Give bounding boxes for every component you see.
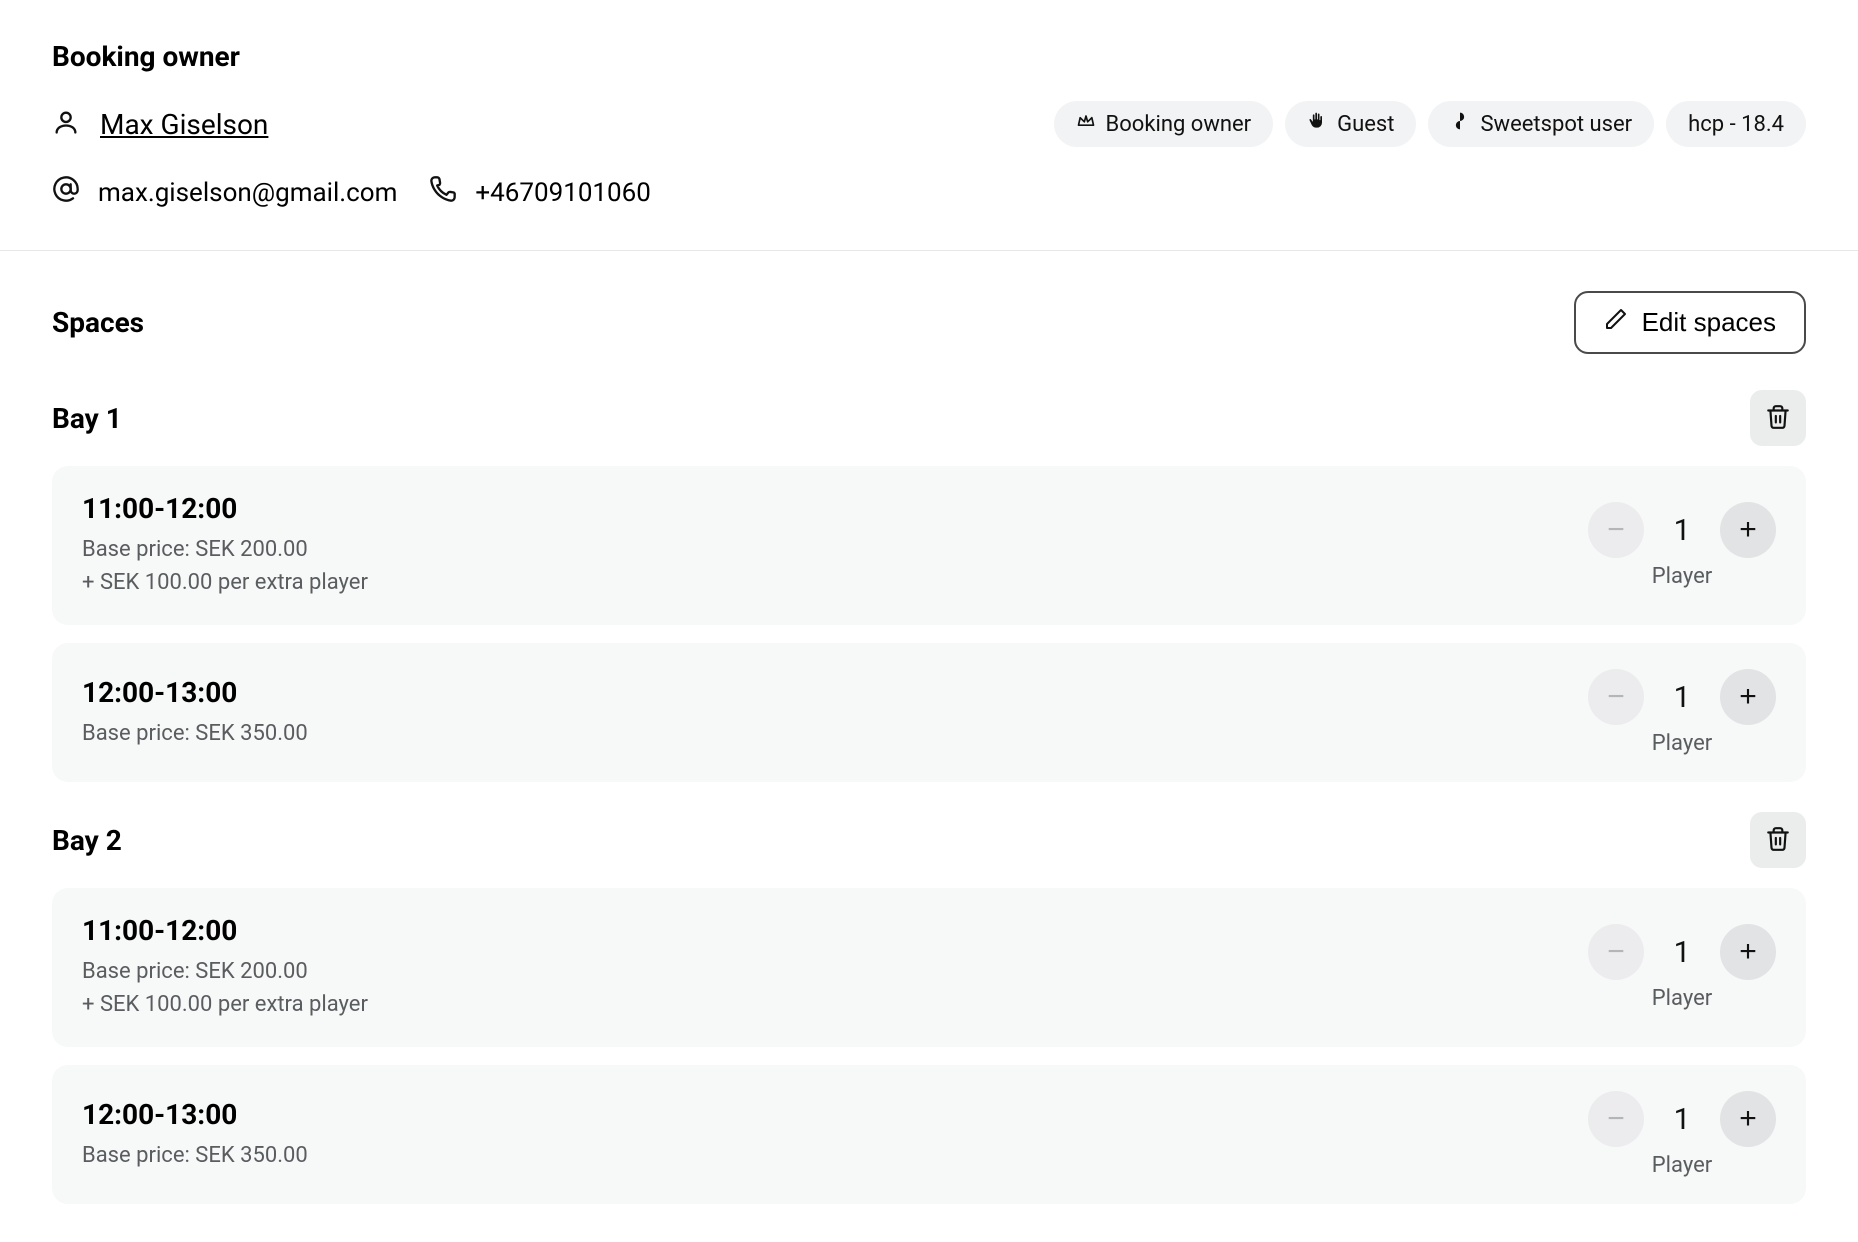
bay-title: Bay 2 — [52, 824, 122, 857]
time-slot-card: 11:00-12:00 Base price: SEK 200.00 + SEK… — [52, 466, 1806, 625]
slot-base-price: Base price: SEK 200.00 — [82, 533, 1588, 566]
slot-time: 11:00-12:00 — [82, 492, 1588, 525]
time-slot-card: 12:00-13:00 Base price: SEK 350.00 − 1 +… — [52, 643, 1806, 782]
tag-booking-owner: Booking owner — [1054, 101, 1274, 147]
at-icon — [52, 175, 80, 210]
delete-bay-button[interactable] — [1750, 390, 1806, 446]
increment-button[interactable]: + — [1720, 924, 1776, 980]
bay-title: Bay 1 — [52, 402, 122, 435]
tag-guest: Guest — [1285, 101, 1416, 147]
tag-label: Booking owner — [1106, 112, 1252, 137]
trash-icon — [1765, 404, 1791, 433]
player-count-label: Player — [1652, 1153, 1712, 1178]
bay-section: Bay 1 11:00-12:00 Base price: SEK 200.00… — [52, 390, 1806, 782]
time-slot-card: 11:00-12:00 Base price: SEK 200.00 + SEK… — [52, 888, 1806, 1047]
trash-icon — [1765, 826, 1791, 855]
tag-label: Guest — [1337, 112, 1394, 137]
decrement-button[interactable]: − — [1588, 502, 1644, 558]
edit-spaces-button[interactable]: Edit spaces — [1574, 291, 1806, 354]
slot-extra-price: + SEK 100.00 per extra player — [82, 988, 1588, 1021]
player-count: 1 — [1670, 680, 1694, 715]
slot-base-price: Base price: SEK 200.00 — [82, 955, 1588, 988]
player-count: 1 — [1670, 935, 1694, 970]
tag-label: hcp - 18.4 — [1688, 112, 1784, 137]
crown-icon — [1076, 111, 1096, 137]
increment-button[interactable]: + — [1720, 1091, 1776, 1147]
owner-name-link[interactable]: Max Giselson — [100, 108, 268, 141]
decrement-button[interactable]: − — [1588, 924, 1644, 980]
slot-base-price: Base price: SEK 350.00 — [82, 717, 1588, 750]
slot-time: 11:00-12:00 — [82, 914, 1588, 947]
slot-time: 12:00-13:00 — [82, 676, 1588, 709]
bay-section: Bay 2 11:00-12:00 Base price: SEK 200.00… — [52, 812, 1806, 1204]
edit-spaces-label: Edit spaces — [1642, 307, 1776, 338]
delete-bay-button[interactable] — [1750, 812, 1806, 868]
tag-sweetspot-user: Sweetspot user — [1428, 101, 1654, 147]
increment-button[interactable]: + — [1720, 502, 1776, 558]
decrement-button[interactable]: − — [1588, 669, 1644, 725]
owner-tags: Booking owner Guest Sweetspot user hcp -… — [1054, 101, 1806, 147]
increment-button[interactable]: + — [1720, 669, 1776, 725]
player-count-label: Player — [1652, 731, 1712, 756]
owner-phone-text: +46709101060 — [475, 178, 651, 208]
player-count: 1 — [1670, 1102, 1694, 1137]
decrement-button[interactable]: − — [1588, 1091, 1644, 1147]
owner-email: max.giselson@gmail.com — [52, 175, 397, 210]
pencil-icon — [1604, 307, 1628, 338]
time-slot-card: 12:00-13:00 Base price: SEK 350.00 − 1 +… — [52, 1065, 1806, 1204]
wave-icon — [1307, 111, 1327, 137]
divider — [0, 250, 1858, 251]
player-count-label: Player — [1652, 986, 1712, 1011]
sweetspot-icon — [1450, 111, 1470, 137]
player-count-label: Player — [1652, 564, 1712, 589]
owner-phone: +46709101060 — [429, 175, 651, 210]
owner-email-text: max.giselson@gmail.com — [98, 178, 397, 208]
person-icon — [52, 108, 80, 140]
section-title-spaces: Spaces — [52, 306, 144, 339]
slot-base-price: Base price: SEK 350.00 — [82, 1139, 1588, 1172]
slot-time: 12:00-13:00 — [82, 1098, 1588, 1131]
section-title-booking-owner: Booking owner — [52, 40, 1806, 73]
tag-label: Sweetspot user — [1480, 112, 1632, 137]
player-count: 1 — [1670, 513, 1694, 548]
tag-hcp: hcp - 18.4 — [1666, 101, 1806, 147]
phone-icon — [429, 175, 457, 210]
slot-extra-price: + SEK 100.00 per extra player — [82, 566, 1588, 599]
